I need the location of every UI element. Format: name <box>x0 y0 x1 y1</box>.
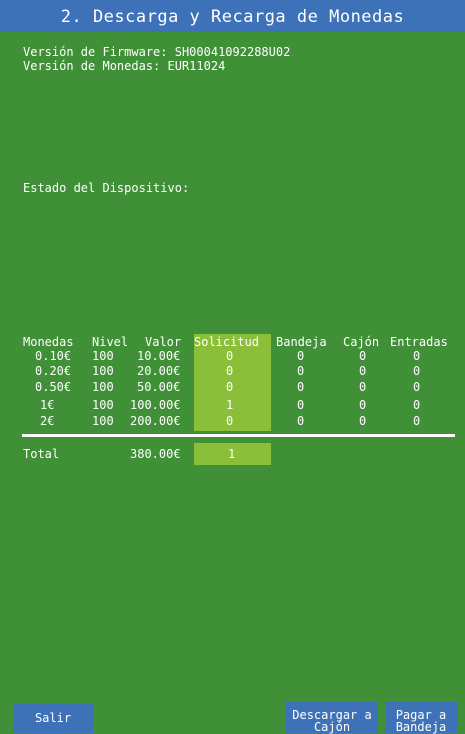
table-cell-monedas: 1€ <box>40 398 55 412</box>
salir-button[interactable]: Salir <box>13 704 93 733</box>
pagar-bandeja-button[interactable]: Pagar a Bandeja <box>385 702 457 733</box>
total-solicitud: 1 <box>228 447 236 461</box>
col-header-monedas: Monedas <box>23 335 74 349</box>
col-header-solicitud: Solicitud <box>194 335 260 349</box>
table-cell-solicitud: 0 <box>226 349 234 363</box>
table-cell-cajon: 0 <box>359 380 367 394</box>
table-cell-cajon: 0 <box>359 364 367 378</box>
col-header-valor: Valor <box>145 335 182 349</box>
total-valor: 380.00€ <box>130 447 181 461</box>
table-cell-nivel: 100 <box>92 380 114 394</box>
table-cell-nivel: 100 <box>92 398 114 412</box>
table-cell-nivel: 100 <box>92 349 114 363</box>
table-cell-bandeja: 0 <box>297 398 305 412</box>
col-header-nivel: Nivel <box>92 335 129 349</box>
table-cell-cajon: 0 <box>359 349 367 363</box>
table-cell-monedas: 0.20€ <box>35 364 72 378</box>
table-cell-bandeja: 0 <box>297 414 305 428</box>
table-cell-monedas: 0.10€ <box>35 349 72 363</box>
table-cell-monedas: 2€ <box>40 414 55 428</box>
table-cell-entradas: 0 <box>413 398 421 412</box>
table-cell-nivel: 100 <box>92 364 114 378</box>
col-header-entradas: Entradas <box>390 335 448 349</box>
table-cell-cajon: 0 <box>359 414 367 428</box>
descargar-cajon-button[interactable]: Descargar a Cajón <box>286 702 378 733</box>
table-cell-entradas: 0 <box>413 414 421 428</box>
table-cell-solicitud: 1 <box>226 398 234 412</box>
table-cell-nivel: 100 <box>92 414 114 428</box>
total-label: Total <box>23 447 60 461</box>
table-cell-bandeja: 0 <box>297 364 305 378</box>
title-bar: 2. Descarga y Recarga de Monedas <box>0 0 465 32</box>
col-header-cajon: Cajón <box>343 335 380 349</box>
table-cell-entradas: 0 <box>413 380 421 394</box>
col-header-bandeja: Bandeja <box>276 335 327 349</box>
table-cell-valor: 200.00€ <box>130 414 181 428</box>
table-cell-entradas: 0 <box>413 349 421 363</box>
table-cell-solicitud: 0 <box>226 380 234 394</box>
table-cell-solicitud: 0 <box>226 414 234 428</box>
table-cell-valor: 50.00€ <box>137 380 181 394</box>
table-cell-entradas: 0 <box>413 364 421 378</box>
coins-version: Versión de Monedas: EUR11024 <box>23 59 226 73</box>
table-cell-valor: 20.00€ <box>137 364 181 378</box>
table-cell-valor: 10.00€ <box>137 349 181 363</box>
table-cell-monedas: 0.50€ <box>35 380 72 394</box>
table-cell-bandeja: 0 <box>297 349 305 363</box>
device-status-label: Estado del Dispositivo: <box>23 181 190 195</box>
table-cell-bandeja: 0 <box>297 380 305 394</box>
firmware-version: Versión de Firmware: SH00041092288U02 <box>23 45 291 59</box>
table-cell-valor: 100.00€ <box>130 398 181 412</box>
table-divider <box>22 434 455 437</box>
table-cell-solicitud: 0 <box>226 364 234 378</box>
table-cell-cajon: 0 <box>359 398 367 412</box>
